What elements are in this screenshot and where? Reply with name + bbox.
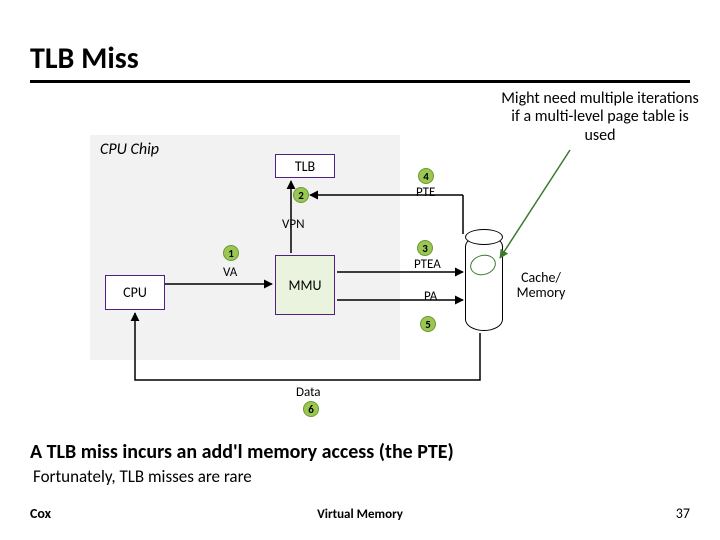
step-6-badge: 6 <box>303 401 319 417</box>
footer-page: 37 <box>676 505 690 522</box>
body-sub: Fortunately, TLB misses are rare <box>33 466 252 487</box>
cpu-chip-label: CPU Chip <box>100 140 159 159</box>
va-label: VA <box>223 265 237 280</box>
title-underline <box>30 80 690 83</box>
cpu-box: CPU <box>105 275 165 310</box>
cache-cylinder-top <box>465 229 503 245</box>
cache-label: Cache/ Memory <box>511 255 571 315</box>
ptea-label: PTEA <box>414 257 441 272</box>
cpu-chip-region <box>90 135 400 360</box>
step-5-badge: 5 <box>420 316 436 332</box>
slide-title: TLB Miss <box>30 40 139 77</box>
vpn-label: VPN <box>282 217 304 232</box>
step-1-badge: 1 <box>223 245 239 261</box>
mmu-box: MMU <box>275 255 335 315</box>
step-2-badge: 2 <box>293 187 309 203</box>
note-text: Might need multiple iterations if a mult… <box>500 90 700 145</box>
pa-label: PA <box>424 289 437 304</box>
step-4-badge: 4 <box>418 168 434 184</box>
data-label: Data <box>296 385 321 400</box>
tlb-box: TLB <box>275 154 335 178</box>
pte-label: PTE <box>416 185 435 200</box>
body-statement: A TLB miss incurs an add'l memory access… <box>30 440 690 464</box>
step-3-badge: 3 <box>417 240 433 256</box>
footer-topic: Virtual Memory <box>0 507 720 522</box>
cache-cylinder <box>465 235 503 331</box>
